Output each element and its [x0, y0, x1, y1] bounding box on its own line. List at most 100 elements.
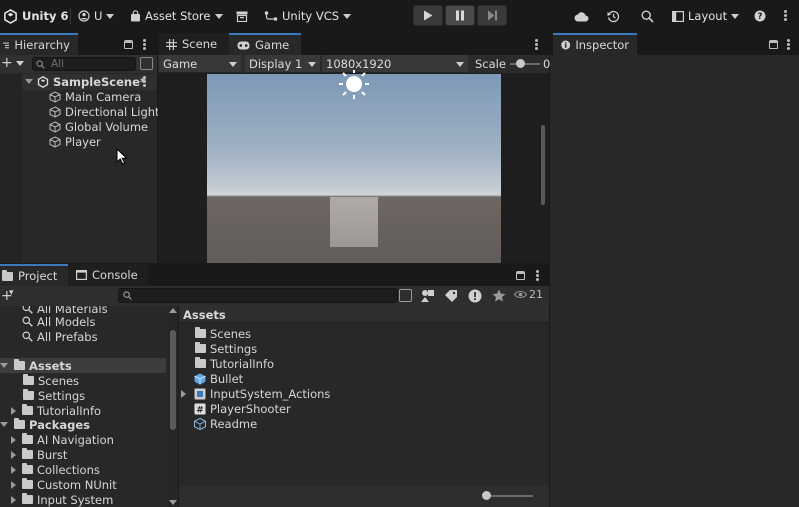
toolbar-menu[interactable]	[784, 10, 787, 21]
search-button[interactable]	[641, 7, 654, 25]
folder-icon	[23, 389, 34, 400]
package-button[interactable]	[236, 7, 248, 25]
asset-item[interactable]: # PlayerShooter	[194, 401, 291, 416]
project-search-input[interactable]	[118, 288, 398, 303]
folder-tree-item[interactable]: TutorialInfo	[11, 403, 101, 418]
game-view-scrollbar[interactable]	[541, 125, 545, 205]
asset-store-label: Asset Store	[145, 9, 211, 23]
asset-item[interactable]: TutorialInfo	[195, 356, 274, 371]
lock-icon[interactable]	[516, 271, 525, 280]
hierarchy-item[interactable]: Directional Light	[49, 104, 160, 119]
asset-store-dropdown[interactable]: Asset Store	[130, 7, 223, 25]
game-render-view[interactable]	[207, 70, 501, 263]
hierarchy-item[interactable]: Main Camera	[49, 89, 141, 104]
more-options-icon[interactable]	[787, 39, 790, 50]
asset-item-label: TutorialInfo	[210, 356, 275, 371]
scrollbar-thumb[interactable]	[170, 330, 176, 430]
package-tree-item[interactable]: Collections	[11, 462, 100, 477]
expand-arrow-icon[interactable]	[11, 435, 16, 444]
scene-menu-icon[interactable]	[143, 76, 146, 87]
scale-slider-handle[interactable]	[516, 59, 525, 68]
create-dropdown[interactable]: +	[1, 56, 24, 70]
expand-arrow-icon[interactable]	[0, 422, 8, 427]
tab-inspector[interactable]: Inspector	[553, 33, 637, 55]
asset-item[interactable]: InputSystem_Actions	[181, 386, 330, 401]
expand-arrow-icon[interactable]	[11, 406, 16, 415]
tab-scene[interactable]: Scene	[158, 33, 229, 55]
tab-console[interactable]: Console	[68, 264, 148, 286]
expand-arrow-icon[interactable]	[25, 79, 33, 84]
folder-tree-item[interactable]: Scenes	[23, 373, 79, 388]
favorite-item[interactable]: All Prefabs	[22, 329, 98, 344]
hierarchy-search-input[interactable]: All	[32, 57, 136, 71]
expand-arrow-icon[interactable]	[181, 389, 186, 398]
scale-slider-track[interactable]	[510, 63, 540, 65]
account-dropdown[interactable]: U	[78, 7, 115, 25]
filter-by-type-icon[interactable]	[421, 289, 436, 303]
package-tree-item[interactable]: Custom NUnit	[11, 477, 117, 492]
chevron-down-icon	[214, 13, 223, 19]
expand-arrow-icon[interactable]	[11, 450, 16, 459]
hierarchy-panel: + All SampleScene* Main Camera Direction…	[0, 55, 160, 263]
scene-tab-label: Scene	[182, 37, 218, 51]
package-tree-item[interactable]: Burst	[11, 447, 67, 462]
label-tag-icon[interactable]	[444, 289, 458, 302]
assets-root-item[interactable]: Assets	[0, 358, 72, 373]
icon-size-slider-handle[interactable]	[482, 491, 491, 500]
cloud-button[interactable]	[574, 7, 589, 25]
package-tree-item[interactable]: AI Navigation	[11, 432, 114, 447]
more-options-icon[interactable]	[536, 270, 539, 281]
chevron-down-icon[interactable]: ▾	[9, 288, 14, 298]
tab-hierarchy[interactable]: Hierarchy	[0, 33, 78, 55]
game-tabbar: Scene Game	[158, 33, 549, 55]
history-button[interactable]	[607, 7, 620, 25]
folder-icon	[14, 359, 25, 370]
layout-dropdown[interactable]: Layout	[672, 7, 740, 25]
asset-item-label: Settings	[210, 341, 258, 356]
pause-button[interactable]	[445, 5, 475, 26]
scroll-up-icon[interactable]	[169, 308, 177, 313]
scene-header[interactable]: SampleScene*	[25, 74, 146, 89]
lock-icon[interactable]	[124, 40, 133, 49]
expand-arrow-icon[interactable]	[11, 465, 16, 474]
unity-vcs-dropdown[interactable]: Unity VCS	[264, 7, 352, 25]
play-button[interactable]	[413, 5, 443, 26]
search-by-type-icon[interactable]	[399, 289, 412, 302]
project-folder-tree: All Materials All Models All Prefabs Ass…	[0, 306, 168, 507]
tab-project[interactable]: Project	[0, 264, 68, 286]
asset-item[interactable]: Scenes	[195, 326, 251, 341]
more-options-icon[interactable]	[143, 39, 146, 50]
hierarchy-item[interactable]: Global Volume	[49, 119, 148, 134]
icon-size-slider-track[interactable]	[485, 495, 533, 497]
folder-tree-item[interactable]: Settings	[23, 388, 85, 403]
tab-game[interactable]: Game	[229, 33, 301, 55]
asset-item[interactable]: Settings	[195, 341, 257, 356]
expand-arrow-icon[interactable]	[11, 480, 16, 489]
expand-arrow-icon[interactable]	[0, 363, 8, 368]
asset-item[interactable]: Bullet	[194, 371, 243, 386]
packages-root-item[interactable]: Packages	[0, 417, 90, 432]
scroll-down-icon[interactable]	[169, 500, 177, 505]
search-filter-icon[interactable]	[140, 57, 153, 70]
lock-icon[interactable]	[769, 40, 778, 49]
hierarchy-item[interactable]: Player	[49, 134, 101, 149]
expand-arrow-icon[interactable]	[11, 495, 16, 504]
more-options-icon[interactable]	[535, 39, 538, 50]
package-tree-item[interactable]: Input System	[11, 492, 113, 507]
favorite-star-icon[interactable]	[492, 289, 506, 302]
favorite-item[interactable]: All Models	[22, 314, 95, 329]
display-dropdown[interactable]: Display 1	[245, 55, 320, 73]
hidden-packages-toggle[interactable]: 21	[514, 288, 543, 301]
unity-logo-button[interactable]: Unity 6	[3, 7, 68, 25]
console-tab-label: Console	[92, 268, 138, 282]
log-types-icon[interactable]	[468, 289, 482, 303]
hierarchy-item-label: Player	[65, 134, 101, 149]
tree-scrollbar[interactable]	[168, 306, 178, 507]
step-button[interactable]	[477, 5, 507, 26]
help-button[interactable]: ?	[754, 7, 766, 25]
breadcrumb-item[interactable]: Assets	[183, 308, 226, 322]
input-actions-icon	[194, 388, 206, 399]
game-view-dropdown[interactable]: Game	[159, 55, 241, 73]
hierarchy-item-label: Directional Light	[65, 104, 160, 119]
asset-item[interactable]: Readme	[194, 416, 257, 431]
